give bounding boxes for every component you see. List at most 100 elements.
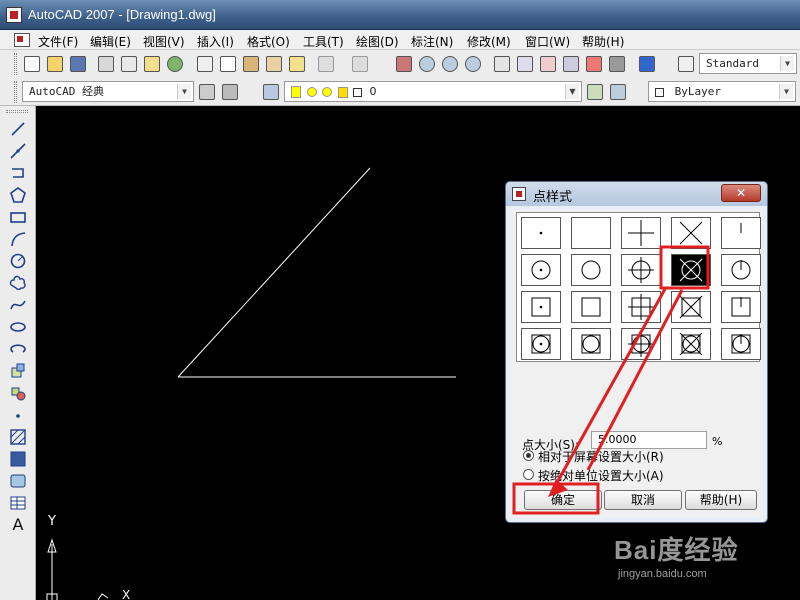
sheet-set-icon[interactable] <box>561 54 581 74</box>
menu-draw[interactable]: 绘图(D) <box>356 33 399 50</box>
chevron-down-icon[interactable]: ▼ <box>565 84 579 99</box>
block-editor-icon[interactable] <box>287 54 307 74</box>
menu-window[interactable]: 窗口(W) <box>525 33 570 50</box>
hatch-icon[interactable] <box>9 428 27 446</box>
zoom-previous-icon[interactable] <box>463 54 483 74</box>
markup-icon[interactable] <box>584 54 604 74</box>
zoom-window-icon[interactable] <box>440 54 460 74</box>
help-button[interactable]: 帮助(H) <box>685 490 757 510</box>
point-style-square-x[interactable] <box>671 291 711 323</box>
point-style-square-circle-tick[interactable] <box>721 328 761 360</box>
design-center-icon[interactable] <box>515 54 535 74</box>
revision-cloud-icon[interactable] <box>9 274 27 292</box>
point-style-square-circle-x[interactable] <box>671 328 711 360</box>
point-style-square-tick[interactable] <box>721 291 761 323</box>
menu-dimension[interactable]: 标注(N) <box>411 33 453 50</box>
3d-dwf-icon[interactable] <box>165 54 185 74</box>
copy-icon[interactable] <box>218 54 238 74</box>
menu-help[interactable]: 帮助(H) <box>582 33 624 50</box>
viewport-freeze-icon[interactable] <box>322 87 332 97</box>
menu-tools[interactable]: 工具(T) <box>303 33 344 50</box>
point-style-circle-tick[interactable] <box>721 254 761 286</box>
insert-block-icon[interactable] <box>9 362 27 380</box>
make-object-layer-current-icon[interactable] <box>585 82 605 102</box>
workspace-combo[interactable]: AutoCAD 经典 ▼ <box>22 81 194 102</box>
menu-modify[interactable]: 修改(M) <box>467 33 511 50</box>
menu-view[interactable]: 视图(V) <box>143 33 185 50</box>
save-workspace-icon[interactable] <box>220 82 240 102</box>
spline-icon[interactable] <box>9 296 27 314</box>
cut-icon[interactable] <box>195 54 215 74</box>
point-style-dot[interactable] <box>521 217 561 249</box>
text-style-combo[interactable]: Standard ▼ <box>699 53 797 74</box>
lightbulb-icon[interactable] <box>291 86 301 98</box>
point-style-square-plus[interactable] <box>621 291 661 323</box>
point-style-square[interactable] <box>571 291 611 323</box>
polyline-icon[interactable] <box>9 164 27 182</box>
close-button[interactable]: ✕ <box>721 184 761 202</box>
sun-icon[interactable] <box>306 87 317 97</box>
help-icon[interactable] <box>637 54 657 74</box>
make-block-icon[interactable] <box>9 384 27 402</box>
point-style-square-circle[interactable] <box>571 328 611 360</box>
polygon-icon[interactable] <box>9 186 27 204</box>
chevron-down-icon[interactable]: ▼ <box>177 84 191 99</box>
layer-manager-icon[interactable] <box>261 82 281 102</box>
multiline-text-icon[interactable]: A <box>9 516 27 534</box>
autocad-app-icon[interactable] <box>6 7 22 23</box>
point-style-circle-plus[interactable] <box>621 254 661 286</box>
point-style-none[interactable] <box>571 217 611 249</box>
color-combo[interactable]: ByLayer ▼ <box>648 81 796 102</box>
properties-icon[interactable] <box>492 54 512 74</box>
publish-icon[interactable] <box>142 54 162 74</box>
text-style-icon[interactable] <box>676 54 696 74</box>
point-style-tick[interactable] <box>721 217 761 249</box>
point-style-square-circle-dot[interactable] <box>521 328 561 360</box>
cancel-button[interactable]: 取消 <box>604 490 682 510</box>
chevron-down-icon[interactable]: ▼ <box>780 56 794 71</box>
dialog-title-bar[interactable]: 点样式 ✕ <box>506 182 767 206</box>
construction-line-icon[interactable] <box>9 142 27 160</box>
line-icon[interactable] <box>9 120 27 138</box>
arc-icon[interactable] <box>9 230 27 248</box>
open-icon[interactable] <box>45 54 65 74</box>
tool-palettes-icon[interactable] <box>538 54 558 74</box>
print-preview-icon[interactable] <box>119 54 139 74</box>
radio-relative[interactable] <box>523 450 534 461</box>
ellipse-arc-icon[interactable] <box>9 340 27 358</box>
table-icon[interactable] <box>9 494 27 512</box>
radio-relative-label[interactable]: 相对于屏幕设置大小(R) <box>538 448 664 465</box>
undo-icon[interactable] <box>316 54 336 74</box>
radio-absolute-label[interactable]: 按绝对单位设置大小(A) <box>538 467 664 484</box>
point-style-circle[interactable] <box>571 254 611 286</box>
toolbar-grip[interactable] <box>14 81 17 103</box>
menu-insert[interactable]: 插入(I) <box>197 33 234 50</box>
workspace-settings-icon[interactable] <box>197 82 217 102</box>
point-size-input[interactable]: 5.0000 <box>591 431 707 449</box>
toolbar-grip[interactable] <box>14 53 17 75</box>
menu-edit[interactable]: 编辑(E) <box>90 33 131 50</box>
point-style-square-circle-plus[interactable] <box>621 328 661 360</box>
pan-icon[interactable] <box>394 54 414 74</box>
calculator-icon[interactable] <box>607 54 627 74</box>
menu-file[interactable]: 文件(F) <box>38 33 78 50</box>
gradient-icon[interactable] <box>9 450 27 468</box>
new-icon[interactable] <box>22 54 42 74</box>
document-icon[interactable] <box>14 33 30 47</box>
ok-button[interactable]: 确定 <box>524 490 602 510</box>
chevron-down-icon[interactable]: ▼ <box>779 84 793 99</box>
radio-absolute[interactable] <box>523 469 534 480</box>
region-icon[interactable] <box>9 472 27 490</box>
layer-previous-icon[interactable] <box>608 82 628 102</box>
zoom-realtime-icon[interactable] <box>417 54 437 74</box>
rectangle-icon[interactable] <box>9 208 27 226</box>
point-style-x[interactable] <box>671 217 711 249</box>
point-style-circle-x[interactable] <box>671 254 711 286</box>
save-icon[interactable] <box>68 54 88 74</box>
print-icon[interactable] <box>96 54 116 74</box>
lock-icon[interactable] <box>337 86 348 98</box>
point-style-circle-dot[interactable] <box>521 254 561 286</box>
toolbar-grip[interactable] <box>6 110 28 113</box>
point-style-square-dot[interactable] <box>521 291 561 323</box>
redo-icon[interactable] <box>350 54 370 74</box>
